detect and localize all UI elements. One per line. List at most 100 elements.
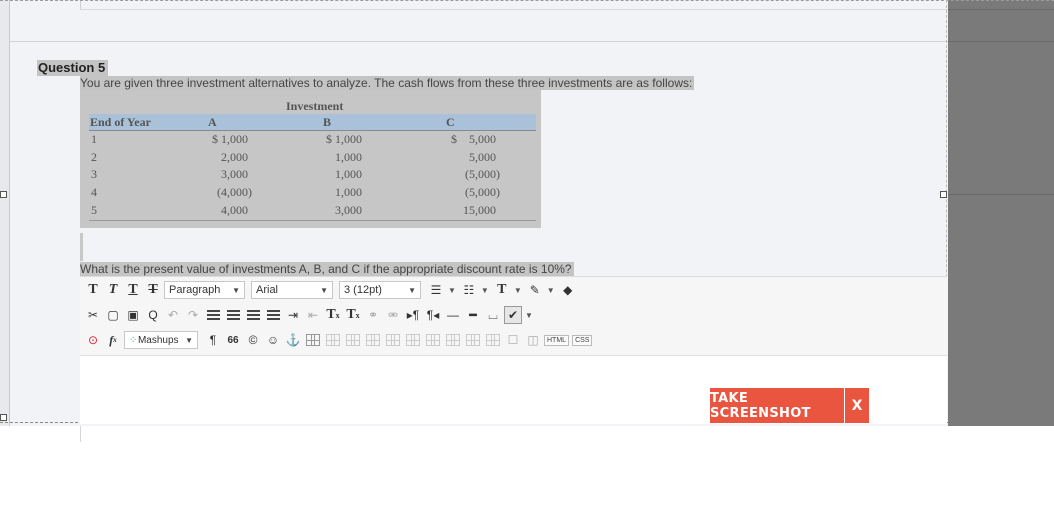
table-split-icon[interactable] xyxy=(464,331,482,349)
table-header-c: C xyxy=(446,115,455,129)
anchor-icon[interactable]: ⚓ xyxy=(284,331,302,349)
grid-glyph xyxy=(426,334,440,346)
take-screenshot-button[interactable]: TAKE SCREENSHOT xyxy=(710,388,844,423)
table-delete-col-icon[interactable] xyxy=(424,331,442,349)
mashups-select[interactable]: ⁘ Mashups ▼ xyxy=(124,331,198,349)
italic-button[interactable]: T xyxy=(104,281,122,299)
mashups-icon: ⁘ xyxy=(129,334,138,346)
table-col-before-icon[interactable] xyxy=(384,331,402,349)
page-edge-line xyxy=(80,426,81,442)
numbered-list-icon[interactable]: ☷ xyxy=(460,281,478,299)
superscript-button[interactable]: Tx xyxy=(324,306,342,324)
undo-icon[interactable]: ↶ xyxy=(164,306,182,324)
strikethrough-button[interactable]: T xyxy=(144,281,162,299)
align-right-icon[interactable] xyxy=(244,306,262,324)
copy-icon[interactable]: ▢ xyxy=(104,306,122,324)
table-header-a: A xyxy=(208,115,217,129)
grid-glyph xyxy=(386,334,400,346)
editor-toolbar-row-2: ✂ ▢ ▣ Q ↶ ↷ ⇥ ⇤ Tx Tx ⚭ ⚮ ▸¶ ¶◂ — ━ ⌴ ✔ ▼ xyxy=(84,304,537,326)
html-view-button[interactable]: HTML xyxy=(544,334,570,346)
lines-glyph xyxy=(266,309,280,321)
chevron-down-icon[interactable]: ▼ xyxy=(448,286,456,295)
table-cell-c: 5,000 xyxy=(469,150,496,164)
css-view-button[interactable]: CSS xyxy=(572,334,593,346)
align-justify-icon[interactable] xyxy=(264,306,282,324)
unlink-icon[interactable]: ⚮ xyxy=(384,306,402,324)
format-select-value: Paragraph xyxy=(169,284,221,296)
table-cell-year: 1 xyxy=(91,132,97,146)
cut-icon[interactable]: ✂ xyxy=(84,306,102,324)
table-cell-b: $ 1,000 xyxy=(326,132,362,146)
selection-border-top xyxy=(0,0,1054,1)
thick-rule-icon[interactable]: ━ xyxy=(464,306,482,324)
record-icon[interactable]: ⊙ xyxy=(84,331,102,349)
underline-button[interactable]: T xyxy=(124,281,142,299)
resize-handle-right[interactable] xyxy=(940,191,947,198)
align-left-icon[interactable] xyxy=(204,306,222,324)
table-cell-a: (4,000) xyxy=(217,185,252,199)
paste-icon[interactable]: ▣ xyxy=(124,306,142,324)
resize-handle-bottom-left[interactable] xyxy=(0,414,7,421)
table-col-after-icon[interactable] xyxy=(404,331,422,349)
outdent-icon[interactable]: ⇤ xyxy=(304,306,322,324)
math-formula-button[interactable]: fx xyxy=(104,331,122,349)
resize-handle-left[interactable] xyxy=(0,191,7,198)
copyright-icon[interactable]: © xyxy=(244,331,262,349)
table-rule xyxy=(89,220,536,221)
preview-icon[interactable]: ◫ xyxy=(524,331,542,349)
table-merge-icon[interactable] xyxy=(444,331,462,349)
eraser-icon[interactable]: ◆ xyxy=(559,281,577,299)
text-color-icon[interactable]: T xyxy=(493,281,511,299)
previous-section-edge xyxy=(80,9,948,10)
font-size-select[interactable]: 3 (12pt) ▼ xyxy=(339,281,421,299)
indent-icon[interactable]: ⇥ xyxy=(284,306,302,324)
subscript-mark: x xyxy=(355,310,360,320)
table-row-before-icon[interactable] xyxy=(324,331,342,349)
find-icon[interactable]: Q xyxy=(144,306,162,324)
table-cell-props-icon[interactable] xyxy=(484,331,502,349)
font-size-value: 3 (12pt) xyxy=(344,284,382,296)
close-screenshot-button[interactable]: X xyxy=(845,388,869,423)
table-cell-a: 3,000 xyxy=(221,167,248,181)
table-rule xyxy=(89,130,536,131)
bullet-list-icon[interactable]: ☰ xyxy=(427,281,445,299)
table-delete-row-icon[interactable] xyxy=(364,331,382,349)
align-center-icon[interactable] xyxy=(224,306,242,324)
overlay-divider xyxy=(948,41,1054,42)
subscript-label: T xyxy=(346,307,356,322)
ltr-icon[interactable]: ▸¶ xyxy=(404,306,422,324)
chevron-down-icon[interactable]: ▼ xyxy=(514,286,522,295)
insert-table-icon[interactable] xyxy=(304,331,322,349)
emoticon-icon[interactable]: ☺ xyxy=(264,331,282,349)
table-row-after-icon[interactable] xyxy=(344,331,362,349)
rtl-icon[interactable]: ¶◂ xyxy=(424,306,442,324)
show-blocks-icon[interactable]: ☐ xyxy=(504,331,522,349)
bold-button[interactable]: T xyxy=(84,281,102,299)
editor-toolbar-row-3: ⊙ fx ⁘ Mashups ▼ ¶ 66 © ☺ ⚓ ☐ ◫ HTML CSS xyxy=(84,329,595,351)
subscript-button[interactable]: Tx xyxy=(344,306,362,324)
table-cell-b: 1,000 xyxy=(335,150,362,164)
font-family-select[interactable]: Arial ▼ xyxy=(251,281,333,299)
chevron-down-icon[interactable]: ▼ xyxy=(481,286,489,295)
format-select[interactable]: Paragraph ▼ xyxy=(164,281,245,299)
table-cell-c: $ 5,000 xyxy=(451,132,496,146)
table-cell-b: 3,000 xyxy=(335,203,362,217)
table-group-header: Investment xyxy=(286,99,344,113)
redo-icon[interactable]: ↷ xyxy=(184,306,202,324)
table-cell-b: 1,000 xyxy=(335,185,362,199)
table-cell-year: 3 xyxy=(91,167,97,181)
nonbreaking-space-icon[interactable]: ⌴ xyxy=(484,306,502,324)
paragraph-mark-icon[interactable]: ¶ xyxy=(204,331,222,349)
chevron-down-icon[interactable]: ▼ xyxy=(547,286,555,295)
question-description: You are given three investment alternati… xyxy=(80,76,695,90)
overlay-divider xyxy=(948,9,1054,10)
highlight-pen-icon[interactable]: ✎ xyxy=(526,281,544,299)
link-icon[interactable]: ⚭ xyxy=(364,306,382,324)
spellcheck-icon[interactable]: ✔ xyxy=(504,306,522,324)
table-cell-year: 4 xyxy=(91,185,97,199)
horizontal-rule-icon[interactable]: — xyxy=(444,306,462,324)
chevron-down-icon[interactable]: ▼ xyxy=(525,311,533,320)
table-header-year: End of Year xyxy=(90,115,151,129)
blockquote-button[interactable]: 66 xyxy=(224,331,242,349)
question-title: Question 5 xyxy=(37,60,109,76)
